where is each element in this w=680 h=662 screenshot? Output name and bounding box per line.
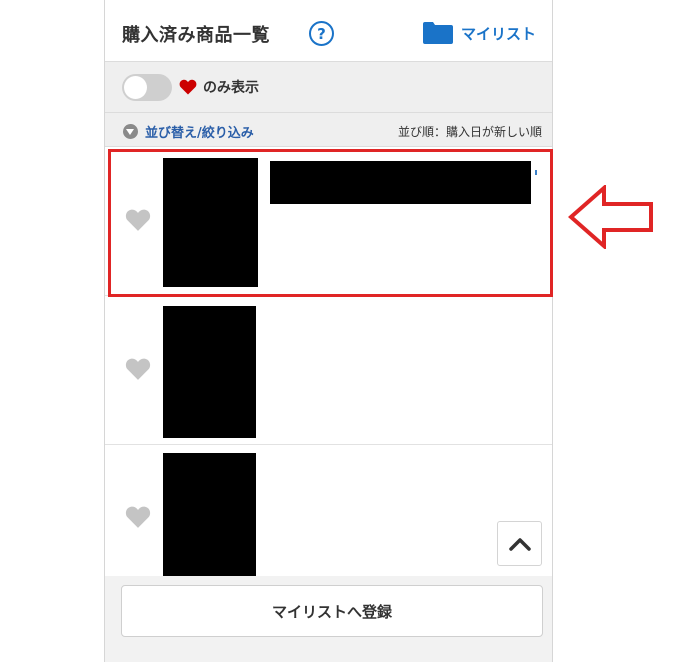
sort-bar: 並び替え/絞り込み 並び順：購入日が新しい順: [105, 113, 552, 147]
chevron-up-icon: [508, 537, 531, 551]
question-circle-icon[interactable]: ?: [309, 21, 334, 46]
only-show-label: のみ表示: [203, 80, 259, 96]
toggle-knob: [124, 76, 147, 99]
mylist-label: マイリスト: [461, 24, 537, 43]
list-item[interactable]: [105, 296, 552, 445]
heart-icon: [179, 79, 197, 95]
sort-filter-label: 並び替え/絞り込み: [145, 126, 254, 141]
caret-down-icon: [123, 124, 138, 139]
highlight-box: [108, 149, 553, 297]
left-arrow-icon: [568, 185, 653, 249]
heart-icon[interactable]: [125, 357, 151, 381]
page-title: 購入済み商品一覧: [122, 25, 270, 46]
favorites-only-toggle[interactable]: [122, 74, 172, 101]
folder-icon: [423, 22, 453, 44]
panel-header: 購入済み商品一覧 ? マイリスト: [105, 0, 552, 62]
help-symbol: ?: [317, 24, 326, 43]
item-thumbnail-redacted[interactable]: [163, 453, 256, 583]
mylist-link[interactable]: マイリスト: [423, 21, 536, 45]
add-to-mylist-button[interactable]: マイリストへ登録: [121, 585, 543, 637]
list-item[interactable]: [105, 445, 552, 594]
sort-order-text: 並び順：購入日が新しい順: [397, 125, 542, 139]
filter-bar: のみ表示: [105, 62, 552, 113]
heart-icon[interactable]: [125, 505, 151, 529]
item-thumbnail-redacted[interactable]: [163, 306, 256, 438]
sort-filter-toggle[interactable]: 並び替え/絞り込み: [123, 122, 254, 141]
scroll-to-top-button[interactable]: [497, 521, 542, 566]
purchased-items-panel: 購入済み商品一覧 ? マイリスト のみ表示 並び替え/絞り込み 並び順：購入日が…: [104, 0, 553, 662]
